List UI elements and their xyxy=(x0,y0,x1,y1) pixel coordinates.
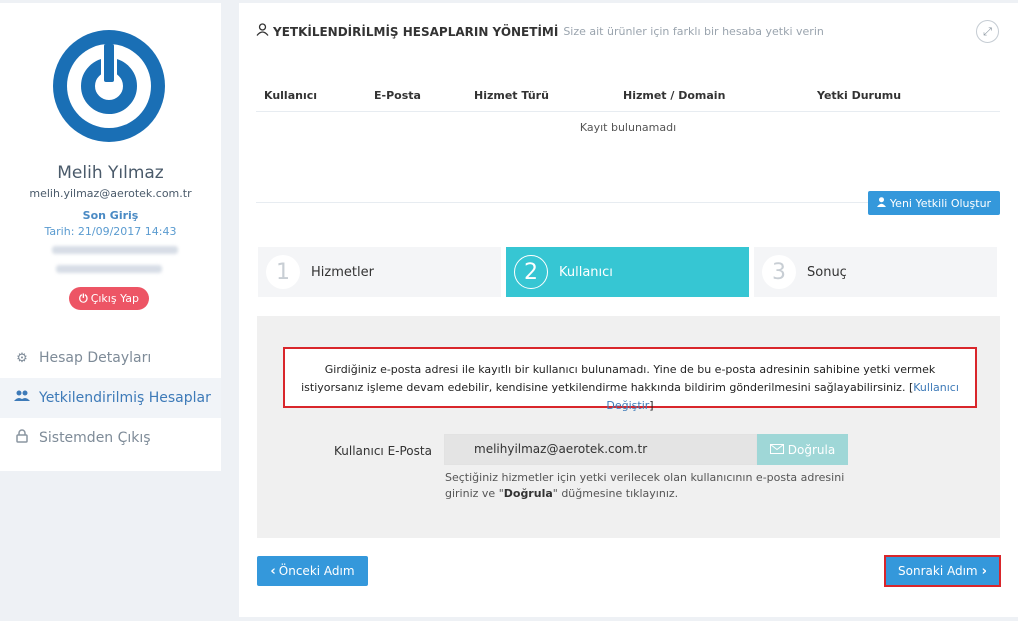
sidebar-item-label: Yetkilendirilmiş Hesaplar xyxy=(39,390,211,406)
page-title: YETKİLENDİRİLMİŞ HESAPLARIN YÖNETİMİ xyxy=(273,24,559,39)
gear-icon: ⚙ xyxy=(16,350,28,366)
redacted-line xyxy=(56,265,162,273)
sidebar-item-account-details[interactable]: ⚙ Hesap Detayları xyxy=(0,338,221,378)
next-step-label: Sonraki Adım xyxy=(898,564,978,578)
empty-table-message: Kayıt bulunamadı xyxy=(579,121,677,134)
user-email: melih.yilmaz@aerotek.com.tr xyxy=(29,187,192,200)
alert-text: Girdiğiniz e-posta adresi ile kayıtlı bi… xyxy=(301,363,936,394)
user-icon xyxy=(256,23,269,40)
step-label: Sonuç xyxy=(807,264,847,280)
logout-button[interactable]: ⏻ Çıkış Yap xyxy=(69,287,149,310)
envelope-icon xyxy=(769,443,784,457)
user-name: Melih Yılmaz xyxy=(57,163,164,183)
sidebar: Melih Yılmaz melih.yilmaz@aerotek.com.tr… xyxy=(0,3,221,471)
step-user[interactable]: 2 Kullanıcı xyxy=(506,247,749,297)
sidebar-item-label: Hesap Detayları xyxy=(39,350,152,366)
verify-button[interactable]: Doğrula xyxy=(757,434,848,465)
column-header[interactable]: Yetki Durumu xyxy=(817,89,901,102)
sidebar-item-authorized-accounts[interactable]: Yetkilendirilmiş Hesaplar xyxy=(0,378,221,418)
expand-icon[interactable]: ⤢ xyxy=(976,20,999,43)
panel-header: YETKİLENDİRİLMİŞ HESAPLARIN YÖNETİMİ Siz… xyxy=(256,23,824,40)
step-number: 2 xyxy=(514,255,548,289)
step-services[interactable]: 1 Hizmetler xyxy=(258,247,501,297)
column-header[interactable]: E-Posta xyxy=(374,89,421,102)
lock-icon xyxy=(12,429,32,447)
step-label: Hizmetler xyxy=(311,264,374,280)
step-result[interactable]: 3 Sonuç xyxy=(754,247,997,297)
new-authorized-label: Yeni Yetkili Oluştur xyxy=(889,196,992,210)
step-number: 1 xyxy=(266,255,300,289)
avatar xyxy=(53,30,165,142)
users-icon xyxy=(12,390,32,406)
chevron-left-icon: ‹ xyxy=(270,563,276,579)
wizard-steps: 1 Hizmetler 2 Kullanıcı 3 Sonuç xyxy=(258,247,998,297)
logout-label: Çıkış Yap xyxy=(90,292,140,305)
new-authorized-button[interactable]: Yeni Yetkili Oluştur xyxy=(868,191,1000,215)
power-icon: ⏻ xyxy=(78,291,88,305)
column-header[interactable]: Kullanıcı xyxy=(264,89,317,102)
sidebar-item-logout[interactable]: Sistemden Çıkış xyxy=(0,418,221,458)
chevron-right-icon: › xyxy=(981,563,987,579)
next-step-button[interactable]: Sonraki Adım › xyxy=(884,555,1001,587)
page-subtitle: Size ait ürünler için farklı bir hesaba … xyxy=(563,25,824,38)
sidebar-menu: ⚙ Hesap Detayları Yetkilendirilmiş Hesap… xyxy=(0,338,221,458)
table-header: Kullanıcı E-Posta Hizmet Türü Hizmet / D… xyxy=(256,81,1000,112)
alert-message: Girdiğiniz e-posta adresi ile kayıtlı bi… xyxy=(283,347,977,412)
authorized-accounts-table: Kullanıcı E-Posta Hizmet Türü Hizmet / D… xyxy=(256,81,1000,203)
user-form: Girdiğiniz e-posta adresi ile kayıtlı bi… xyxy=(257,316,1000,538)
previous-step-button[interactable]: ‹ Önceki Adım xyxy=(257,556,368,586)
step-label: Kullanıcı xyxy=(559,264,613,280)
step-number: 3 xyxy=(762,255,796,289)
main-panel: YETKİLENDİRİLMİŞ HESAPLARIN YÖNETİMİ Siz… xyxy=(239,3,1018,617)
previous-step-label: Önceki Adım xyxy=(278,564,355,578)
help-text: Seçtiğiniz hizmetler için yetki verilece… xyxy=(445,471,845,500)
email-field-label: Kullanıcı E-Posta xyxy=(334,444,432,458)
sidebar-item-label: Sistemden Çıkış xyxy=(39,430,151,446)
column-header[interactable]: Hizmet / Domain xyxy=(623,89,725,102)
last-login-label: Son Giriş xyxy=(82,209,139,222)
user-icon xyxy=(876,196,886,210)
verify-label: Doğrula xyxy=(787,442,836,457)
login-date: Tarih: 21/09/2017 14:43 xyxy=(44,225,177,238)
email-field[interactable]: melihyilmaz@aerotek.com.tr xyxy=(444,434,757,465)
redacted-line xyxy=(52,246,178,254)
column-header[interactable]: Hizmet Türü xyxy=(474,89,549,102)
